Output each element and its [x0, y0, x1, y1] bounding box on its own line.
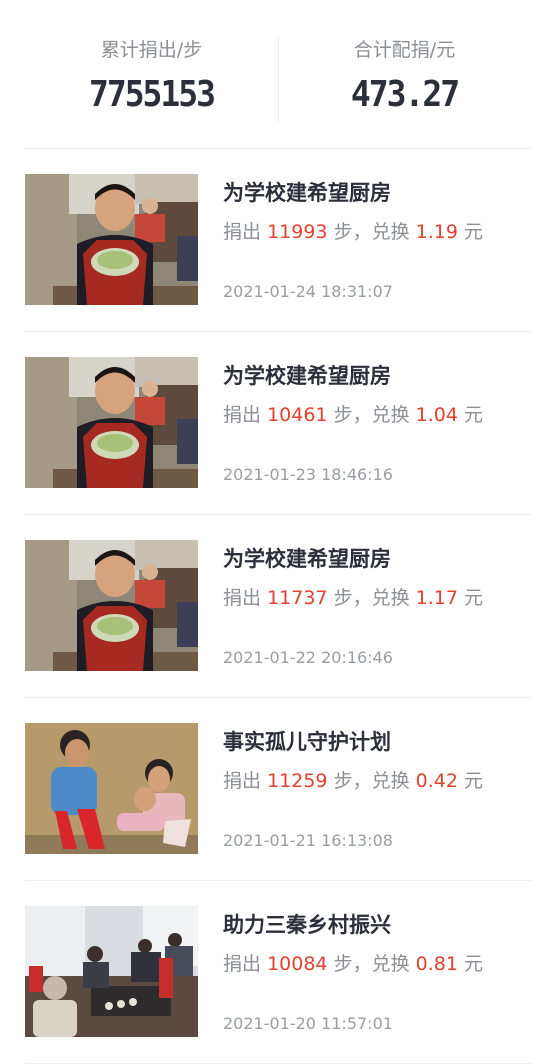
donation-detail: 捐出 10084 步，兑换 0.81 元: [223, 951, 483, 977]
total-amount-value: 473.27: [350, 72, 460, 115]
total-steps-value: 7755153: [88, 72, 216, 115]
donation-record-item[interactable]: 为学校建希望厨房 捐出 11737 步，兑换 1.17 元 2021-01-22 2…: [25, 515, 531, 698]
money-unit: 元: [463, 770, 483, 792]
donation-detail: 捐出 11259 步，兑换 0.42 元: [223, 768, 483, 794]
money-unit: 元: [463, 221, 483, 243]
exchange-amount: 1.17: [415, 587, 458, 609]
donation-detail: 捐出 11993 步，兑换 1.19 元: [223, 219, 483, 245]
project-photo: [25, 723, 198, 854]
steps-count: 11259: [267, 770, 328, 792]
record-timestamp: 2021-01-24 18:31:07: [223, 282, 393, 301]
record-timestamp: 2021-01-22 20:16:46: [223, 648, 393, 667]
donate-prefix: 捐出: [223, 953, 262, 975]
project-title: 为学校建希望厨房: [223, 547, 391, 571]
project-title: 助力三秦乡村振兴: [223, 913, 391, 937]
steps-unit: 步，兑换: [333, 404, 410, 426]
total-steps-stat: 累计捐出/步 7755153: [25, 0, 278, 148]
project-photo: [25, 174, 198, 305]
donate-prefix: 捐出: [223, 770, 262, 792]
donation-detail: 捐出 10461 步，兑换 1.04 元: [223, 402, 483, 428]
steps-unit: 步，兑换: [333, 953, 410, 975]
exchange-amount: 0.81: [415, 953, 458, 975]
donate-prefix: 捐出: [223, 587, 262, 609]
donation-record-item[interactable]: 事实孤儿守护计划 捐出 11259 步，兑换 0.42 元 2021-01-21 1…: [25, 698, 531, 881]
total-amount-stat: 合计配捐/元 473.27: [278, 0, 531, 148]
project-photo: [25, 906, 198, 1037]
steps-unit: 步，兑换: [333, 587, 410, 609]
project-title: 为学校建希望厨房: [223, 364, 391, 388]
record-timestamp: 2021-01-20 11:57:01: [223, 1014, 393, 1033]
project-photo: [25, 540, 198, 671]
total-steps-label: 累计捐出/步: [100, 39, 203, 61]
exchange-amount: 0.42: [415, 770, 458, 792]
steps-count: 11993: [267, 221, 328, 243]
project-title: 事实孤儿守护计划: [223, 730, 391, 754]
money-unit: 元: [463, 587, 483, 609]
donation-record-item[interactable]: 为学校建希望厨房 捐出 10461 步，兑换 1.04 元 2021-01-23 1…: [25, 332, 531, 515]
exchange-amount: 1.04: [415, 404, 458, 426]
donation-record-list[interactable]: 为学校建希望厨房 捐出 11993 步，兑换 1.19 元 2021-01-24 1…: [25, 149, 531, 1064]
donation-detail: 捐出 11737 步，兑换 1.17 元: [223, 585, 483, 611]
money-unit: 元: [463, 404, 483, 426]
exchange-amount: 1.19: [415, 221, 458, 243]
donate-prefix: 捐出: [223, 221, 262, 243]
total-amount-label: 合计配捐/元: [353, 39, 456, 61]
donation-summary: 累计捐出/步 7755153 合计配捐/元 473.27: [25, 0, 531, 149]
donate-prefix: 捐出: [223, 404, 262, 426]
record-timestamp: 2021-01-23 18:46:16: [223, 465, 393, 484]
steps-count: 10461: [267, 404, 328, 426]
donation-record-item[interactable]: 助力三秦乡村振兴 捐出 10084 步，兑换 0.81 元 2021-01-20 1…: [25, 881, 531, 1064]
steps-count: 11737: [267, 587, 328, 609]
project-photo: [25, 357, 198, 488]
donation-record-item[interactable]: 为学校建希望厨房 捐出 11993 步，兑换 1.19 元 2021-01-24 1…: [25, 149, 531, 332]
record-timestamp: 2021-01-21 16:13:08: [223, 831, 393, 850]
steps-unit: 步，兑换: [333, 770, 410, 792]
steps-count: 10084: [267, 953, 328, 975]
steps-unit: 步，兑换: [333, 221, 410, 243]
money-unit: 元: [463, 953, 483, 975]
project-title: 为学校建希望厨房: [223, 181, 391, 205]
